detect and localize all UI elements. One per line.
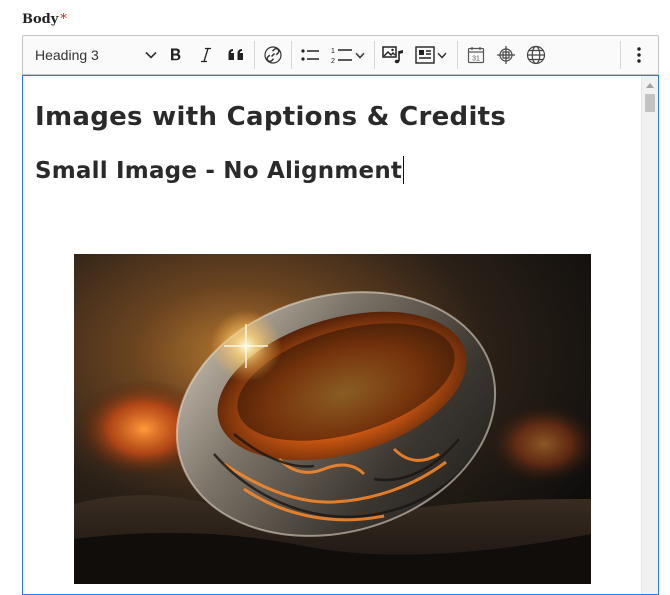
required-marker: *	[60, 12, 67, 27]
toolbar-separator	[620, 41, 621, 69]
media-icon	[382, 45, 404, 65]
bold-icon	[168, 47, 184, 63]
chevron-down-icon	[145, 51, 157, 59]
heading-dropdown[interactable]: Heading 3	[29, 40, 161, 70]
italic-icon	[198, 47, 214, 63]
bulleted-list-icon	[300, 47, 320, 63]
heading-3: Small Image - No Alignment	[35, 156, 405, 184]
ring-image-graphic	[74, 254, 591, 584]
toolbar-separator	[254, 41, 255, 69]
blockquote-button[interactable]	[221, 40, 251, 70]
toolbar-separator	[374, 41, 375, 69]
link-button[interactable]	[258, 40, 288, 70]
more-button[interactable]	[624, 40, 654, 70]
body-editor[interactable]: Images with Captions & Credits Small Ima…	[22, 75, 659, 595]
body-field-label: Body *	[22, 12, 67, 27]
editor-scrollbar[interactable]	[641, 76, 658, 594]
body-label-text: Body	[22, 12, 59, 27]
bold-button[interactable]	[161, 40, 191, 70]
numbered-list-button[interactable]: 12	[325, 40, 371, 70]
editor-toolbar: Heading 3 12 31	[22, 35, 659, 75]
bulleted-list-button[interactable]	[295, 40, 325, 70]
chevron-down-icon	[437, 52, 447, 59]
toolbar-separator	[457, 41, 458, 69]
insert-block-button[interactable]	[408, 40, 454, 70]
calendar-icon: 31	[467, 46, 485, 64]
scroll-up-arrow-icon[interactable]	[642, 78, 658, 92]
heading-dropdown-value: Heading 3	[35, 47, 99, 63]
language-button[interactable]	[521, 40, 551, 70]
text-cursor	[403, 156, 405, 184]
heading-3-text: Small Image - No Alignment	[35, 158, 403, 184]
italic-button[interactable]	[191, 40, 221, 70]
toolbar-separator	[291, 41, 292, 69]
layout-button[interactable]	[491, 40, 521, 70]
numbered-list-icon: 12	[331, 46, 353, 64]
quote-icon	[227, 47, 245, 63]
globe-icon	[526, 45, 546, 65]
svg-text:1: 1	[331, 48, 335, 55]
svg-text:2: 2	[331, 58, 335, 64]
ring-image[interactable]	[74, 254, 591, 584]
more-vertical-icon	[636, 46, 642, 64]
scrollbar-thumb[interactable]	[645, 94, 655, 112]
date-button[interactable]: 31	[461, 40, 491, 70]
link-icon	[264, 46, 282, 64]
insert-block-icon	[415, 46, 435, 64]
calendar-day: 31	[472, 56, 480, 63]
chevron-down-icon	[355, 52, 365, 59]
heading-2: Images with Captions & Credits	[35, 102, 507, 132]
crosshair-icon	[496, 45, 516, 65]
media-button[interactable]	[378, 40, 408, 70]
